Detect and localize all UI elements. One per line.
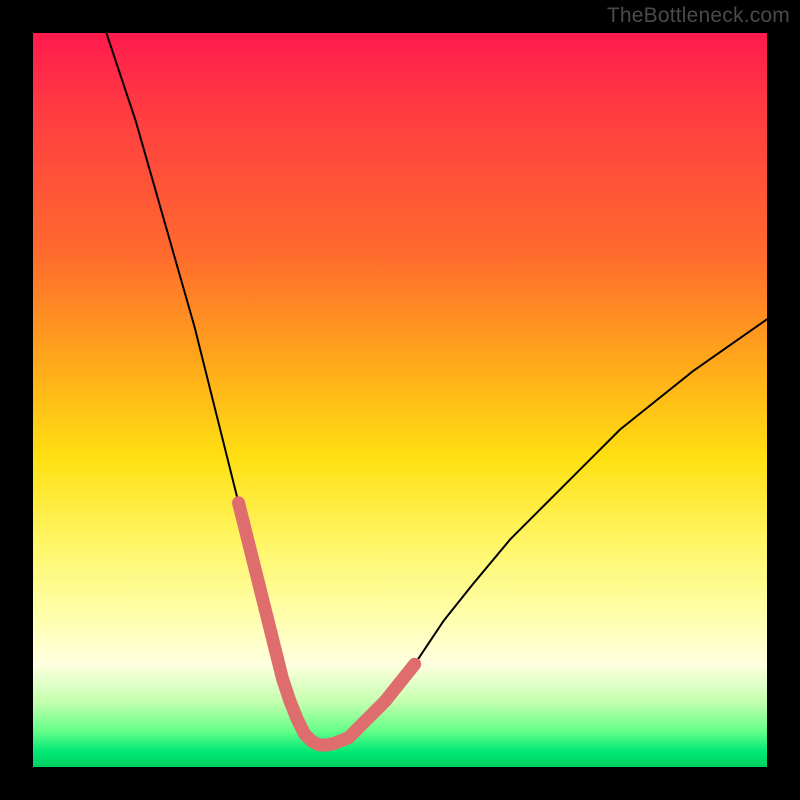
highlight-segments [239,503,415,745]
highlight-segment-3 [385,664,414,701]
chart-root: TheBottleneck.com [0,0,800,800]
bottleneck-curve [106,33,767,745]
highlight-segment-0 [239,503,276,650]
plot-area [33,33,767,767]
watermark-text: TheBottleneck.com [607,4,790,28]
highlight-segment-1 [275,650,363,745]
curve-svg [33,33,767,767]
